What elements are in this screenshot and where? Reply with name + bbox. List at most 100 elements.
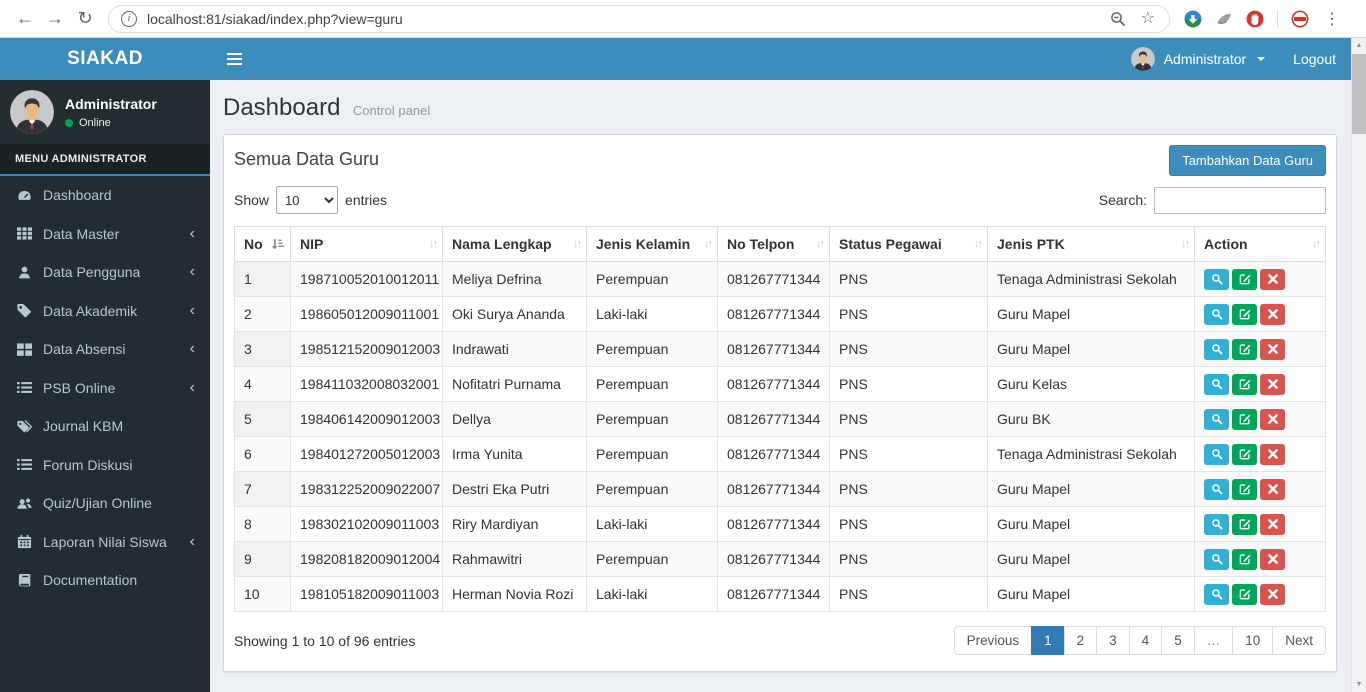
cell-no-telpon: 081267771344 (717, 471, 830, 507)
bookmark-star-icon[interactable]: ☆ (1141, 10, 1155, 27)
delete-button[interactable] (1260, 268, 1285, 290)
cell-nip: 198512152009012003 (290, 331, 443, 367)
hamburger-icon (227, 53, 242, 65)
sidebar-item-data-absensi[interactable]: Data Absensi ‹ (0, 330, 210, 369)
sidebar-item-data-master[interactable]: Data Master ‹ (0, 215, 210, 254)
edit-button[interactable] (1232, 548, 1257, 570)
delete-button[interactable] (1260, 478, 1285, 500)
delete-button[interactable] (1260, 303, 1285, 325)
pagination-page-5[interactable]: 5 (1161, 626, 1195, 655)
column-header-status-pegawai[interactable]: Status Pegawai ↓↑ (829, 226, 988, 262)
cell-jenis-ptk: Guru Mapel (987, 541, 1195, 577)
address-bar[interactable]: i localhost:81/siakad/index.php?view=gur… (108, 4, 1170, 33)
pagination-page-2[interactable]: 2 (1063, 626, 1098, 655)
view-button[interactable] (1204, 443, 1229, 465)
edit-button[interactable] (1232, 373, 1257, 395)
pagination-page-10[interactable]: 10 (1232, 626, 1274, 655)
column-header-nip[interactable]: NIP ↓↑ (290, 226, 443, 262)
add-guru-button[interactable]: Tambahkan Data Guru (1169, 145, 1326, 176)
view-button[interactable] (1204, 373, 1229, 395)
view-button[interactable] (1204, 548, 1229, 570)
delete-icon (1267, 378, 1279, 390)
scrollbar-thumb[interactable] (1352, 54, 1366, 134)
sidebar-item-journal-kbm[interactable]: Journal KBM (0, 407, 210, 446)
pagination-previous[interactable]: Previous (953, 626, 1033, 655)
view-button[interactable] (1204, 583, 1229, 605)
scrollbar[interactable]: ▲ ▼ (1351, 38, 1366, 692)
logout-link[interactable]: Logout (1293, 51, 1336, 67)
cell-nip: 198105182009011003 (290, 576, 443, 612)
page-length-select[interactable]: 10 (276, 186, 339, 214)
sidebar-item-label: Quiz/Ujian Online (43, 495, 152, 512)
column-header-jenis-kelamin[interactable]: Jenis Kelamin ↓↑ (586, 226, 718, 262)
view-button[interactable] (1204, 478, 1229, 500)
delete-button[interactable] (1260, 373, 1285, 395)
column-header-jenis-ptk[interactable]: Jenis PTK ↓↑ (987, 226, 1195, 262)
edit-button[interactable] (1232, 303, 1257, 325)
view-button[interactable] (1204, 303, 1229, 325)
cell-no-telpon: 081267771344 (717, 541, 830, 577)
pagination: Previous 1 2 3 4 5… 10 Next (953, 626, 1326, 655)
badge-extension-icon[interactable] (1291, 10, 1309, 28)
pagination-page-1[interactable]: 1 (1031, 626, 1065, 655)
browser-reload-icon[interactable]: ↻ (70, 4, 100, 34)
browser-back-icon[interactable]: ← (10, 4, 40, 34)
edit-button[interactable] (1232, 268, 1257, 290)
edit-button[interactable] (1232, 478, 1257, 500)
pagination-page-3[interactable]: 3 (1096, 626, 1130, 655)
page-info-icon[interactable]: i (121, 10, 137, 27)
sidebar-toggle[interactable] (225, 52, 244, 66)
delete-button[interactable] (1260, 443, 1285, 465)
caret-down-icon (1257, 57, 1266, 61)
sidebar-menu-header: MENU ADMINISTRATOR (0, 144, 210, 174)
download-manager-extension-icon[interactable] (1184, 10, 1202, 28)
cell-action (1194, 436, 1326, 472)
cell-no-telpon: 081267771344 (717, 331, 830, 367)
cell-nama: Nofitatri Purnama (442, 366, 587, 402)
scrollbar-down-arrow[interactable]: ▼ (1352, 677, 1366, 692)
edit-button[interactable] (1232, 513, 1257, 535)
scrollbar-up-arrow[interactable]: ▲ (1352, 38, 1366, 53)
column-label: Status Pegawai (839, 236, 942, 252)
view-button[interactable] (1204, 338, 1229, 360)
content-area: Dashboard Control panel Semua Data Guru … (210, 80, 1351, 692)
sidebar-item-psb-online[interactable]: PSB Online ‹ (0, 369, 210, 408)
column-header-action[interactable]: Action ↓↑ (1194, 226, 1326, 262)
sidebar-item-data-pengguna[interactable]: Data Pengguna ‹ (0, 253, 210, 292)
edit-button[interactable] (1232, 408, 1257, 430)
delete-button[interactable] (1260, 583, 1285, 605)
delete-button[interactable] (1260, 408, 1285, 430)
column-header-nama-lengkap[interactable]: Nama Lengkap ↓↑ (442, 226, 587, 262)
delete-button[interactable] (1260, 338, 1285, 360)
view-button[interactable] (1204, 513, 1229, 535)
search-input[interactable] (1154, 186, 1326, 214)
zoom-out-icon[interactable] (1110, 11, 1126, 27)
sidebar-item-data-akademik[interactable]: Data Akademik ‹ (0, 292, 210, 331)
sidebar-item-quiz-ujian-online[interactable]: Quiz/Ujian Online (0, 484, 210, 523)
sidebar-item-laporan-nilai-siswa[interactable]: Laporan Nilai Siswa ‹ (0, 523, 210, 562)
user-icon (15, 265, 33, 280)
pagination-next[interactable]: Next (1272, 626, 1326, 655)
browser-forward-icon[interactable]: → (40, 4, 70, 34)
view-button[interactable] (1204, 408, 1229, 430)
column-header-no-telpon[interactable]: No Telpon ↓↑ (717, 226, 830, 262)
delete-button[interactable] (1260, 513, 1285, 535)
sidebar-user-name: Administrator (65, 95, 157, 112)
edit-button[interactable] (1232, 583, 1257, 605)
brand-logo[interactable]: SIAKAD (0, 38, 210, 80)
edit-button[interactable] (1232, 443, 1257, 465)
cell-status-pegawai: PNS (829, 296, 988, 332)
delete-button[interactable] (1260, 548, 1285, 570)
browser-menu-icon[interactable]: ⋮ (1322, 9, 1342, 29)
stop-hand-extension-icon[interactable] (1246, 10, 1264, 28)
user-dropdown[interactable]: Administrator (1130, 47, 1266, 71)
view-button[interactable] (1204, 268, 1229, 290)
column-header-no[interactable]: No (234, 226, 291, 262)
grid-icon (15, 226, 33, 241)
edit-button[interactable] (1232, 338, 1257, 360)
sidebar-item-forum-diskusi[interactable]: Forum Diskusi (0, 446, 210, 485)
shark-extension-icon[interactable] (1215, 10, 1233, 28)
sidebar-item-dashboard[interactable]: Dashboard (0, 176, 210, 215)
sidebar-item-documentation[interactable]: Documentation (0, 561, 210, 600)
pagination-page-4[interactable]: 4 (1128, 626, 1163, 655)
